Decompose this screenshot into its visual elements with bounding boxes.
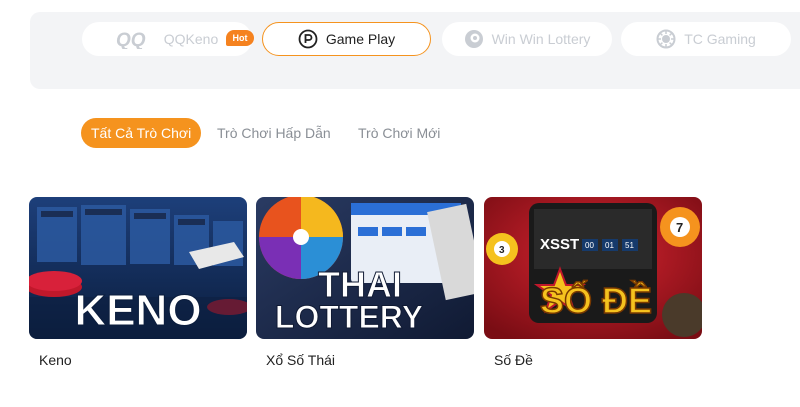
svg-text:QQ: QQ: [116, 30, 146, 49]
svg-text:KENO: KENO: [74, 286, 201, 335]
svg-text:7: 7: [676, 220, 683, 235]
provider-winwin[interactable]: Win Win Lottery: [442, 22, 612, 56]
winwin-logo-icon: [464, 29, 484, 49]
game-card-so-de[interactable]: XSST 00 01 51 3 7 SỐ ĐỀ Số Đề: [484, 197, 702, 368]
svg-text:51: 51: [625, 241, 634, 250]
game-title: Xổ Số Thái: [266, 352, 336, 368]
hot-badge: Hot: [226, 30, 254, 46]
game-title: Keno: [39, 352, 72, 368]
provider-label: Game Play: [325, 31, 396, 47]
tab-all-games[interactable]: Tất Cả Trò Chơi: [81, 118, 202, 148]
so-de-thumbnail: XSST 00 01 51 3 7 SỐ ĐỀ: [484, 197, 702, 339]
provider-tc-gaming[interactable]: TC Gaming: [621, 22, 791, 56]
thai-lottery-thumbnail: THAI LOTTERY: [256, 197, 474, 339]
provider-label: TC Gaming: [684, 31, 756, 47]
game-card-keno[interactable]: KENO Keno: [29, 197, 247, 368]
svg-text:01: 01: [605, 241, 614, 250]
svg-text:3: 3: [499, 245, 505, 256]
gameplay-logo-icon: [298, 29, 318, 49]
svg-text:XSST: XSST: [540, 236, 579, 253]
provider-label: QQKeno: [163, 31, 219, 47]
svg-text:LOTTERY: LOTTERY: [275, 299, 423, 335]
tc-gaming-logo-icon: [656, 29, 676, 49]
svg-text:00: 00: [585, 241, 594, 250]
tab-hot-games[interactable]: Trò Chơi Hấp Dẫn: [217, 118, 331, 148]
provider-label: Win Win Lottery: [491, 31, 591, 47]
tab-new-games[interactable]: Trò Chơi Mới: [358, 118, 440, 148]
provider-gameplay[interactable]: Game Play: [262, 22, 431, 56]
game-title: Số Đề: [494, 352, 533, 368]
qq-logo-icon: QQ: [116, 29, 156, 49]
keno-thumbnail: KENO: [29, 197, 247, 339]
game-card-thai-lottery[interactable]: THAI LOTTERY Xổ Số Thái: [256, 197, 474, 368]
svg-text:SỐ ĐỀ: SỐ ĐỀ: [540, 279, 652, 321]
